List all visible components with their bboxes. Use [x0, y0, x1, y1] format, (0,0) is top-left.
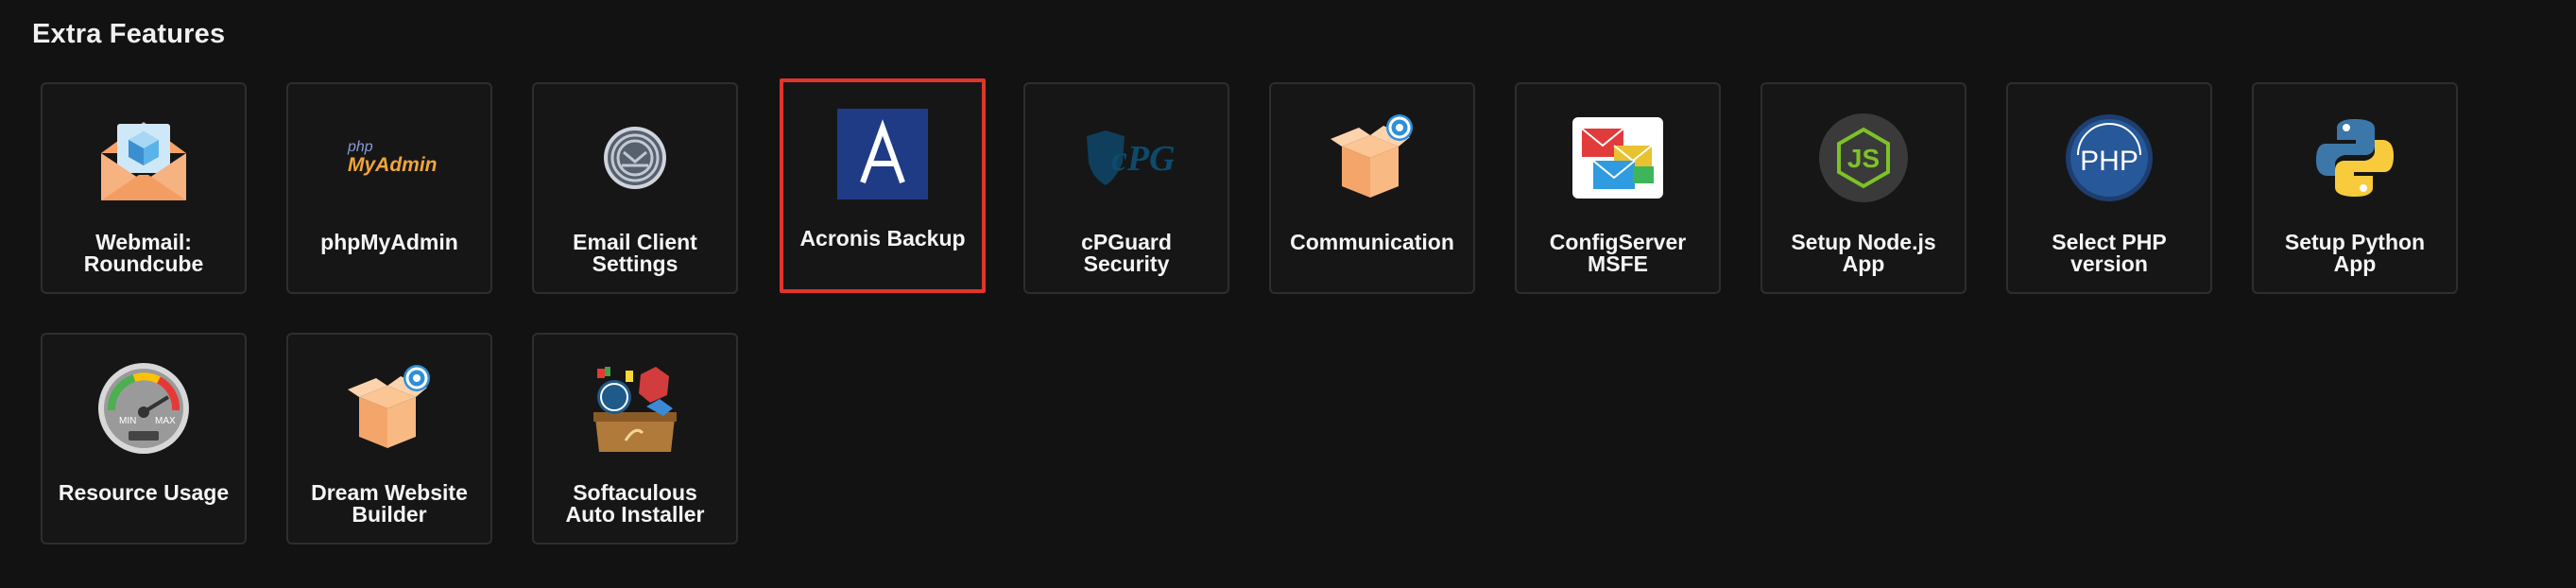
php-icon: PHP	[2062, 111, 2156, 205]
python-icon	[2308, 111, 2402, 205]
cpguard-logo-text: cPG	[1111, 139, 1174, 179]
tile-label: Resource Usage	[58, 480, 230, 505]
tile-setup-nodejs-app[interactable]: JS Setup Node.js App	[1760, 82, 1966, 294]
tile-label: Acronis Backup	[799, 226, 966, 251]
tile-communication[interactable]: Communication	[1269, 82, 1475, 294]
box-gear-icon	[1325, 111, 1419, 205]
section-title: Extra Features	[32, 19, 226, 49]
tile-resource-usage[interactable]: MIN MAX Resource Usage	[41, 333, 247, 545]
tile-softaculous-auto-installer[interactable]: Softaculous Auto Installer	[532, 333, 738, 545]
gauge-min-label: MIN	[119, 416, 136, 426]
nodejs-logo-text: JS	[1847, 144, 1880, 173]
tile-label: Communication	[1290, 230, 1454, 254]
tile-label: Webmail: Roundcube	[83, 230, 204, 276]
tile-label: ConfigServer MSFE	[1549, 230, 1687, 276]
tile-label: Setup Node.js App	[1791, 230, 1936, 276]
tile-acronis-backup[interactable]: Acronis Backup	[780, 78, 986, 293]
tile-select-php-version[interactable]: PHP Select PHP version	[2006, 82, 2212, 294]
php-logo-text: PHP	[2080, 146, 2138, 177]
phpmyadmin-logo-php: php	[348, 139, 373, 155]
nodejs-icon: JS	[1816, 111, 1911, 205]
softaculous-icon	[588, 361, 682, 456]
envelopes-icon	[1571, 111, 1665, 205]
envelope-box-icon	[96, 111, 191, 205]
box-gear-icon	[342, 361, 437, 456]
tile-webmail-roundcube[interactable]: Webmail: Roundcube	[41, 82, 247, 294]
email-client-icon	[588, 111, 682, 205]
gauge-max-label: MAX	[155, 416, 176, 426]
tile-label: Select PHP version	[2052, 230, 2167, 276]
tile-label: Softaculous Auto Installer	[565, 480, 705, 527]
tile-label: Email Client Settings	[573, 230, 697, 276]
tile-label: cPGuard Security	[1081, 230, 1172, 276]
tile-label: phpMyAdmin	[320, 230, 458, 254]
tile-configserver-msfe[interactable]: ConfigServer MSFE	[1515, 82, 1721, 294]
tile-phpmyadmin[interactable]: php MyAdmin phpMyAdmin	[286, 82, 492, 294]
acronis-icon	[835, 107, 930, 201]
phpmyadmin-logo-myadmin: MyAdmin	[348, 154, 438, 176]
tile-label: Setup Python App	[2284, 230, 2426, 276]
tile-label: Dream Website Builder	[311, 480, 468, 527]
gauge-icon: MIN MAX	[96, 361, 191, 456]
tile-email-client-settings[interactable]: Email Client Settings	[532, 82, 738, 294]
tile-setup-python-app[interactable]: Setup Python App	[2252, 82, 2458, 294]
phpmyadmin-icon: php MyAdmin	[342, 111, 438, 205]
cpguard-icon: cPG	[1079, 111, 1174, 205]
tile-dream-website-builder[interactable]: Dream Website Builder	[286, 333, 492, 545]
tile-cpguard-security[interactable]: cPG cPGuard Security	[1023, 82, 1229, 294]
